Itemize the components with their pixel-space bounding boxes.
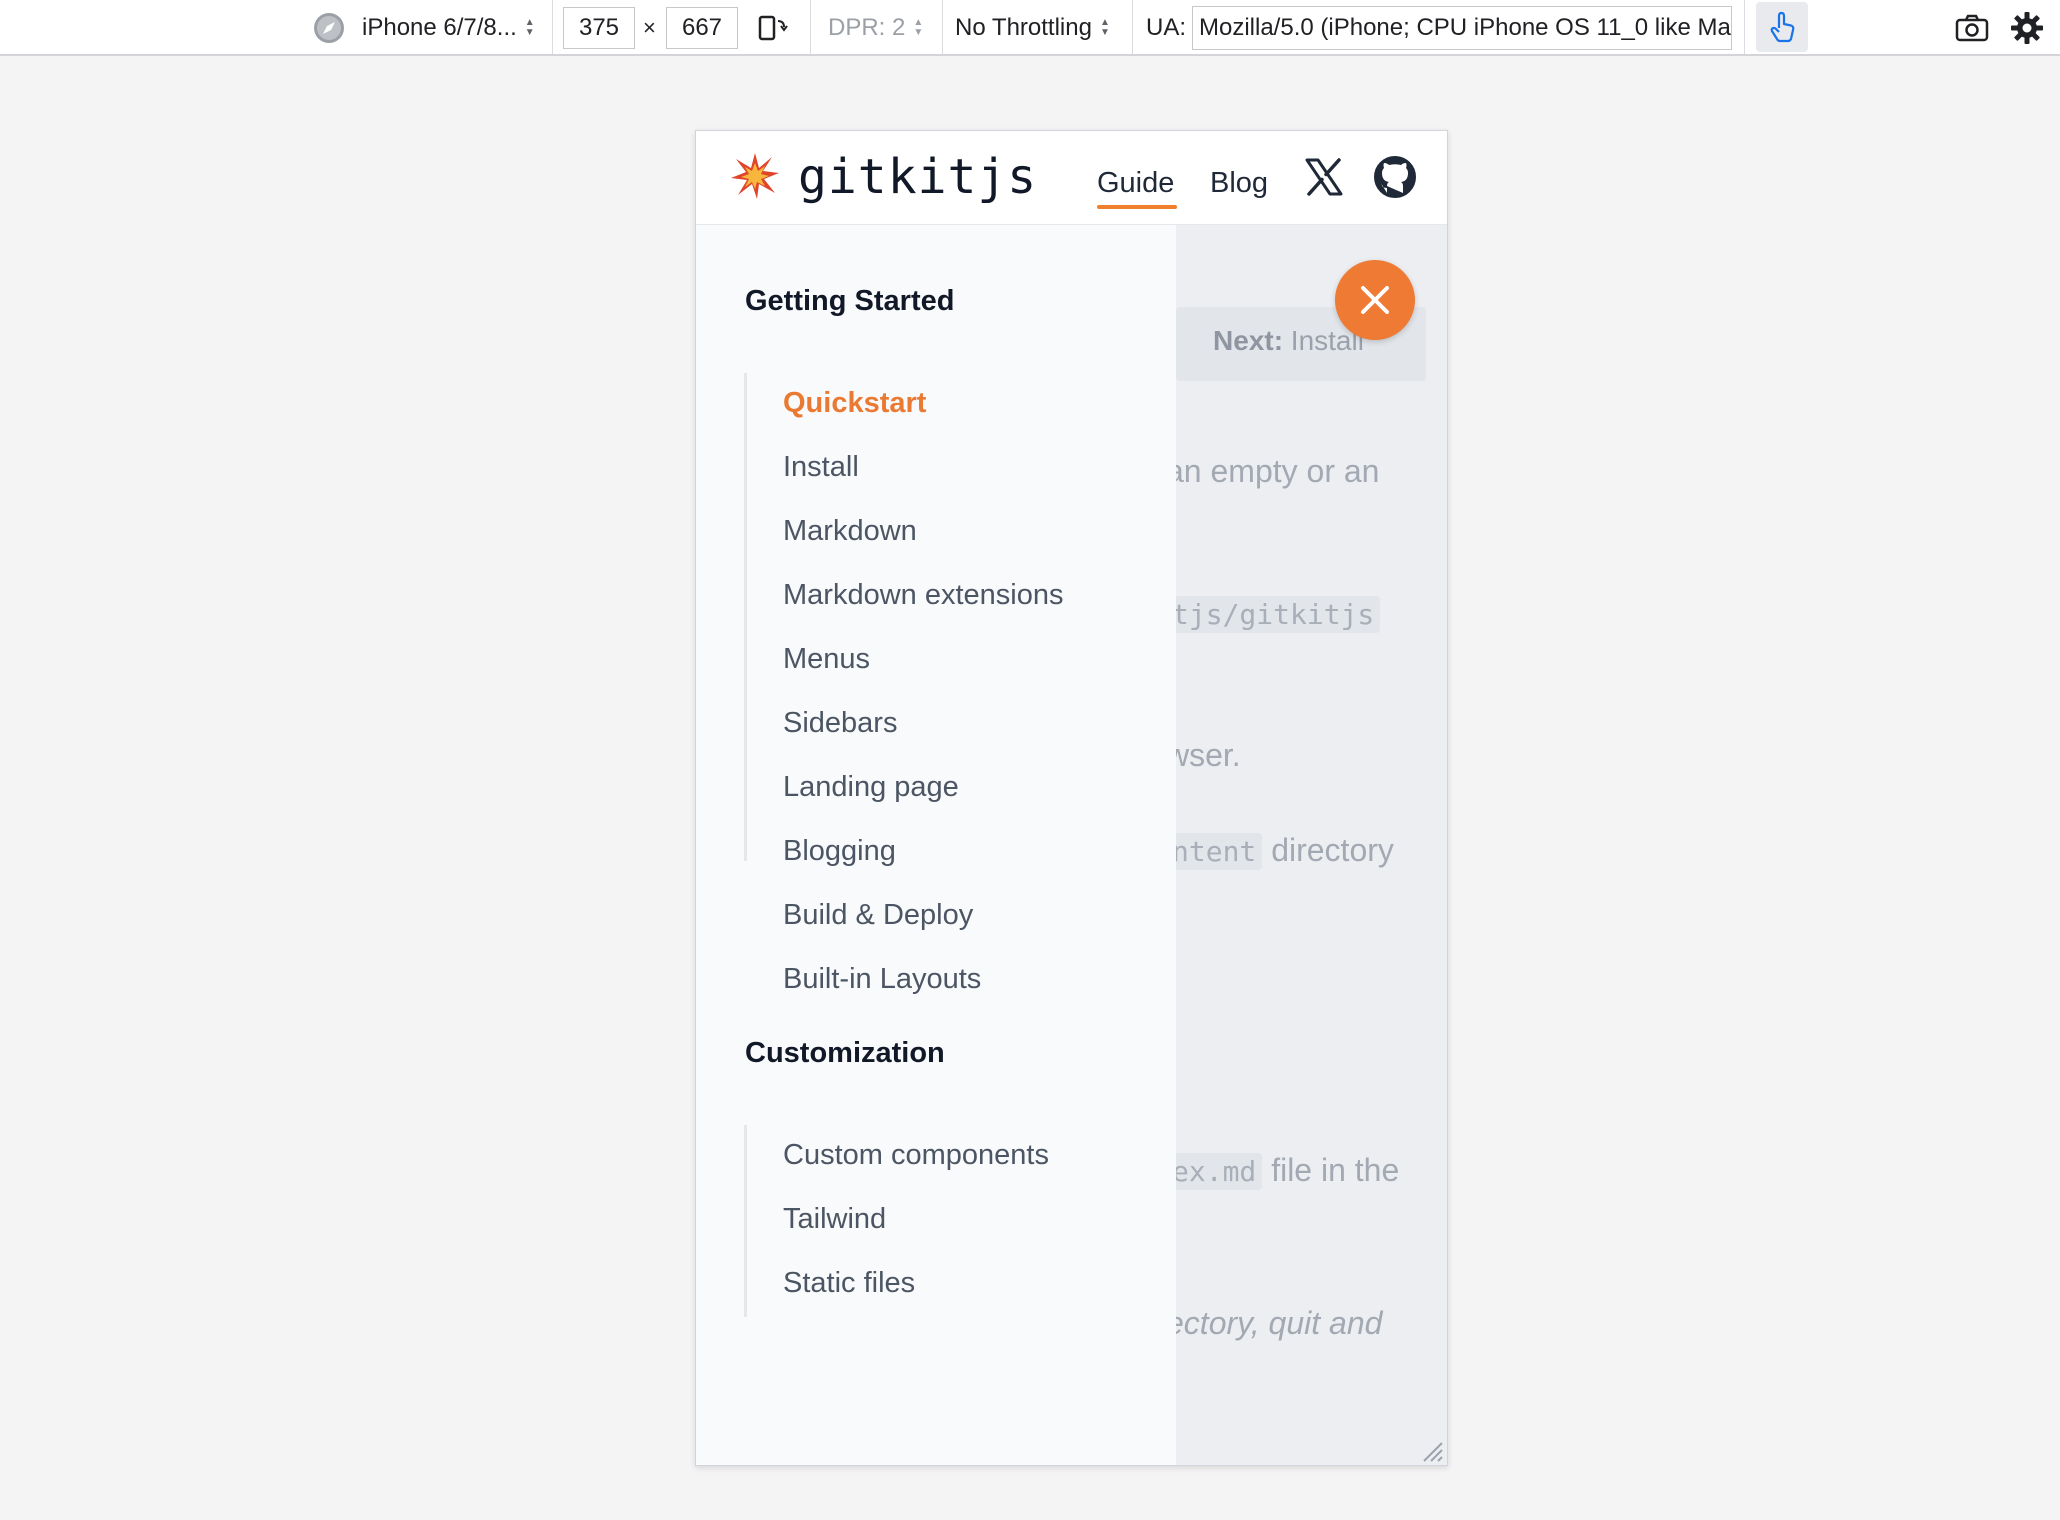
device-select[interactable]: iPhone 6/7/8... ▲ ▼ [362, 0, 535, 56]
sidebar-item-markdown-extensions[interactable]: Markdown extensions [783, 579, 1063, 612]
device-viewport: Next: Install an empty or an tjs/gitkitj… [695, 130, 1448, 1466]
gear-icon[interactable] [2010, 0, 2044, 56]
divider [552, 0, 553, 54]
sidebar-item-sidebars[interactable]: Sidebars [783, 707, 897, 740]
dpr-select[interactable]: DPR: 2 ▲ ▼ [828, 0, 923, 56]
divider [1744, 0, 1745, 54]
divider [1132, 0, 1133, 54]
sidebar-item-blogging[interactable]: Blogging [783, 835, 896, 868]
sidebar-item-menus[interactable]: Menus [783, 643, 870, 676]
background-code-text: tjs/gitkitjs [1166, 596, 1381, 633]
nav-group-getting-started: Quickstart Install Markdown Markdown ext… [744, 373, 1063, 995]
ua-label: UA: [1146, 14, 1187, 41]
section-title-getting-started: Getting Started [745, 285, 955, 317]
logo-burst-icon [731, 153, 779, 199]
x-logo-icon[interactable] [1304, 157, 1344, 197]
sidebar-item-tailwind[interactable]: Tailwind [783, 1203, 886, 1236]
dpr-label: DPR: 2 [828, 14, 906, 41]
user-agent-input[interactable]: Mozilla/5.0 (iPhone; CPU iPhone OS 11_0 … [1192, 6, 1732, 50]
sidebar-item-built-in-layouts[interactable]: Built-in Layouts [783, 963, 981, 996]
nav-blog-link[interactable]: Blog [1210, 167, 1268, 200]
resize-handle-icon[interactable] [1420, 1439, 1444, 1463]
github-icon[interactable] [1373, 155, 1417, 199]
touch-icon[interactable] [1756, 2, 1808, 52]
times-symbol: × [643, 15, 656, 40]
sidebar-item-install[interactable]: Install [783, 451, 859, 484]
device-toolbar: iPhone 6/7/8... ▲ ▼ 375 × 667 DPR: 2 ▲ ▼ N… [0, 0, 2060, 56]
select-arrows-icon: ▲ ▼ [524, 17, 535, 38]
background-text-line: ex.md file in the [1166, 1152, 1400, 1190]
divider [942, 0, 943, 54]
site-logo-text[interactable]: gitkitjs [798, 149, 1037, 205]
select-arrows-icon: ▲ ▼ [913, 17, 924, 38]
background-text: an empty or an [1166, 453, 1380, 489]
sidebar-item-build-deploy[interactable]: Build & Deploy [783, 899, 973, 932]
sidebar-item-markdown[interactable]: Markdown [783, 515, 917, 548]
sidebar-item-static-files[interactable]: Static files [783, 1267, 915, 1300]
background-code-text: ex.md [1166, 1153, 1263, 1190]
background-text: ectory, quit and [1166, 1305, 1383, 1341]
background-text: file in the [1271, 1152, 1400, 1188]
throttling-label: No Throttling [955, 14, 1092, 41]
width-input[interactable]: 375 [563, 7, 635, 49]
sidebar-item-quickstart[interactable]: Quickstart [783, 387, 926, 420]
background-text-line: ntent directory [1166, 832, 1394, 870]
sidebar-drawer: Getting Started Quickstart Install Markd… [696, 225, 1176, 1465]
background-text: wser. [1166, 737, 1241, 773]
device-name: iPhone 6/7/8... [362, 14, 517, 41]
divider [810, 0, 811, 54]
nav-guide-link[interactable]: Guide [1097, 167, 1174, 200]
height-input[interactable]: 667 [666, 7, 738, 49]
site-header: gitkitjs Guide Blog [696, 131, 1447, 225]
close-icon [1361, 286, 1389, 314]
next-page-label: Next: Install [1213, 325, 1364, 357]
rotate-device-icon[interactable] [757, 0, 789, 56]
select-arrows-icon: ▲ ▼ [1099, 17, 1110, 38]
sidebar-item-custom-components[interactable]: Custom components [783, 1139, 1049, 1172]
nav-group-customization: Custom components Tailwind Static files [744, 1125, 1049, 1317]
camera-icon[interactable] [1955, 0, 1989, 56]
active-nav-indicator [1097, 205, 1177, 209]
background-code: tjs/gitkitjs [1166, 595, 1381, 633]
sidebar-item-landing-page[interactable]: Landing page [783, 771, 959, 804]
background-text: directory [1271, 832, 1394, 868]
section-title-customization: Customization [745, 1037, 945, 1069]
close-sidebar-button[interactable] [1335, 260, 1415, 340]
next-label: Next: [1213, 325, 1284, 356]
compass-icon [312, 0, 346, 56]
throttling-select[interactable]: No Throttling ▲ ▼ [955, 0, 1110, 56]
background-code-text: ntent [1166, 833, 1263, 870]
